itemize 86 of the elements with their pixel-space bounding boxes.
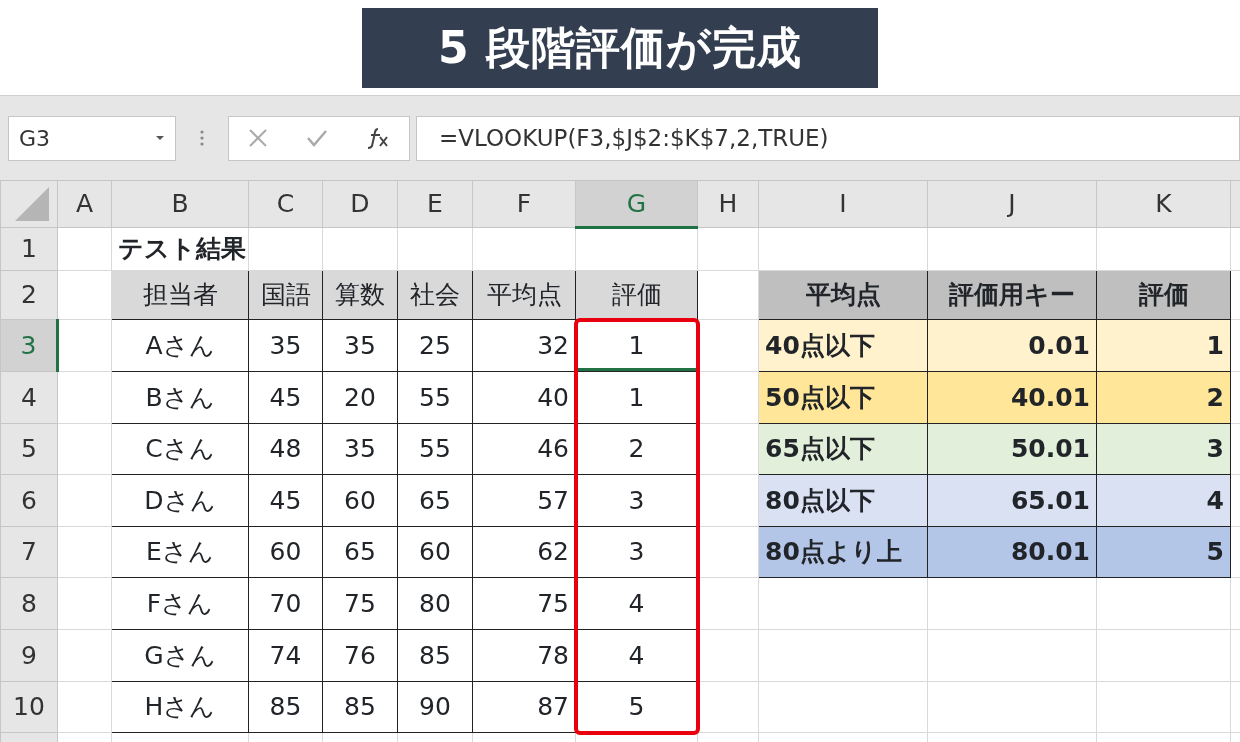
table-cell: 65.01	[927, 474, 1097, 527]
table-cell: 85	[397, 629, 473, 682]
row-header[interactable]: 3	[0, 319, 58, 372]
column-header[interactable]: H	[697, 180, 759, 228]
table-cell: 85	[248, 681, 323, 733]
table-cell: 65	[322, 526, 398, 578]
table-header: 評価用キー	[927, 270, 1097, 320]
table-cell: 25	[397, 319, 473, 372]
table-cell: 50.01	[927, 423, 1097, 475]
column-header[interactable]: C	[248, 180, 323, 228]
table-cell: 40点以下	[758, 319, 928, 372]
row-header[interactable]: 7	[0, 526, 58, 578]
table-cell: 80.01	[927, 526, 1097, 578]
column-header[interactable]: D	[322, 180, 398, 228]
table-cell: 76	[322, 629, 398, 682]
enter-icon[interactable]	[306, 129, 328, 147]
table-cell: 45	[248, 371, 323, 424]
column-header[interactable]: I	[758, 180, 928, 228]
table-cell: 1	[1096, 319, 1231, 372]
table-cell: 20	[322, 371, 398, 424]
table-header: 平均点	[472, 270, 576, 320]
row-header[interactable]: 9	[0, 629, 58, 682]
title-banner: 5 段階評価が完成	[362, 8, 878, 88]
table-cell: 5	[1096, 526, 1231, 578]
table-cell: 0.01	[927, 319, 1097, 372]
table-cell: 35	[322, 319, 398, 372]
table-header: 算数	[322, 270, 398, 320]
table-cell: 45	[248, 474, 323, 527]
table-cell: Dさん	[111, 474, 249, 527]
table-cell: 70	[248, 577, 323, 630]
row-header[interactable]: 10	[0, 681, 58, 733]
table-cell: 55	[397, 423, 473, 475]
table-cell: 50点以下	[758, 371, 928, 424]
table-header: 国語	[248, 270, 323, 320]
table-cell: Eさん	[111, 526, 249, 578]
row-header[interactable]: 5	[0, 423, 58, 475]
table-cell: 80点より上	[758, 526, 928, 578]
table-cell: 85	[322, 681, 398, 733]
table-cell: 35	[248, 319, 323, 372]
table-cell: 2	[1096, 371, 1231, 424]
column-header[interactable]: B	[111, 180, 249, 228]
table-header: 評価	[1096, 270, 1231, 320]
table-cell: Hさん	[111, 681, 249, 733]
table-header: 平均点	[758, 270, 928, 320]
table-cell: 80	[397, 577, 473, 630]
table-cell: 55	[397, 371, 473, 424]
table-cell: 90	[397, 681, 473, 733]
table-cell: 60	[397, 526, 473, 578]
table-header: 評価	[575, 270, 698, 320]
table-cell: Bさん	[111, 371, 249, 424]
row-header[interactable]: 8	[0, 577, 58, 630]
table-cell: 65	[397, 474, 473, 527]
table-cell: 65点以下	[758, 423, 928, 475]
table-cell: 75	[322, 577, 398, 630]
row-header[interactable]: 1	[0, 227, 58, 271]
table-cell: 60	[248, 526, 323, 578]
table-cell: 4	[1096, 474, 1231, 527]
table-cell: 74	[248, 629, 323, 682]
table-header: 社会	[397, 270, 473, 320]
insert-function-icon[interactable]	[366, 127, 390, 149]
grip-icon	[200, 129, 204, 147]
table-cell: 35	[322, 423, 398, 475]
table-cell: 3	[1096, 423, 1231, 475]
dropdown-icon	[155, 135, 165, 141]
formula-field[interactable]: =VLOOKUP(F3,$J$2:$K$7,2,TRUE)	[416, 115, 1240, 161]
column-header[interactable]: K	[1096, 180, 1231, 228]
table-cell: 60	[322, 474, 398, 527]
row-header[interactable]: 4	[0, 371, 58, 424]
cancel-icon[interactable]	[248, 128, 268, 148]
row-header[interactable]: 6	[0, 474, 58, 527]
table-cell: Aさん	[111, 319, 249, 372]
table-cell: 80点以下	[758, 474, 928, 527]
row-header[interactable]: 2	[0, 270, 58, 320]
table-cell: Gさん	[111, 629, 249, 682]
table-cell: 40.01	[927, 371, 1097, 424]
table-cell: 48	[248, 423, 323, 475]
column-header[interactable]: E	[397, 180, 473, 228]
column-header[interactable]: G	[575, 180, 698, 228]
select-all-corner[interactable]	[0, 180, 58, 228]
table-header: 担当者	[111, 270, 249, 320]
name-box[interactable]: G3	[8, 115, 176, 161]
column-header[interactable]: A	[57, 180, 112, 228]
column-header[interactable]: F	[472, 180, 576, 228]
table-cell: Fさん	[111, 577, 249, 630]
column-header[interactable]: J	[927, 180, 1097, 228]
table-cell: Cさん	[111, 423, 249, 475]
